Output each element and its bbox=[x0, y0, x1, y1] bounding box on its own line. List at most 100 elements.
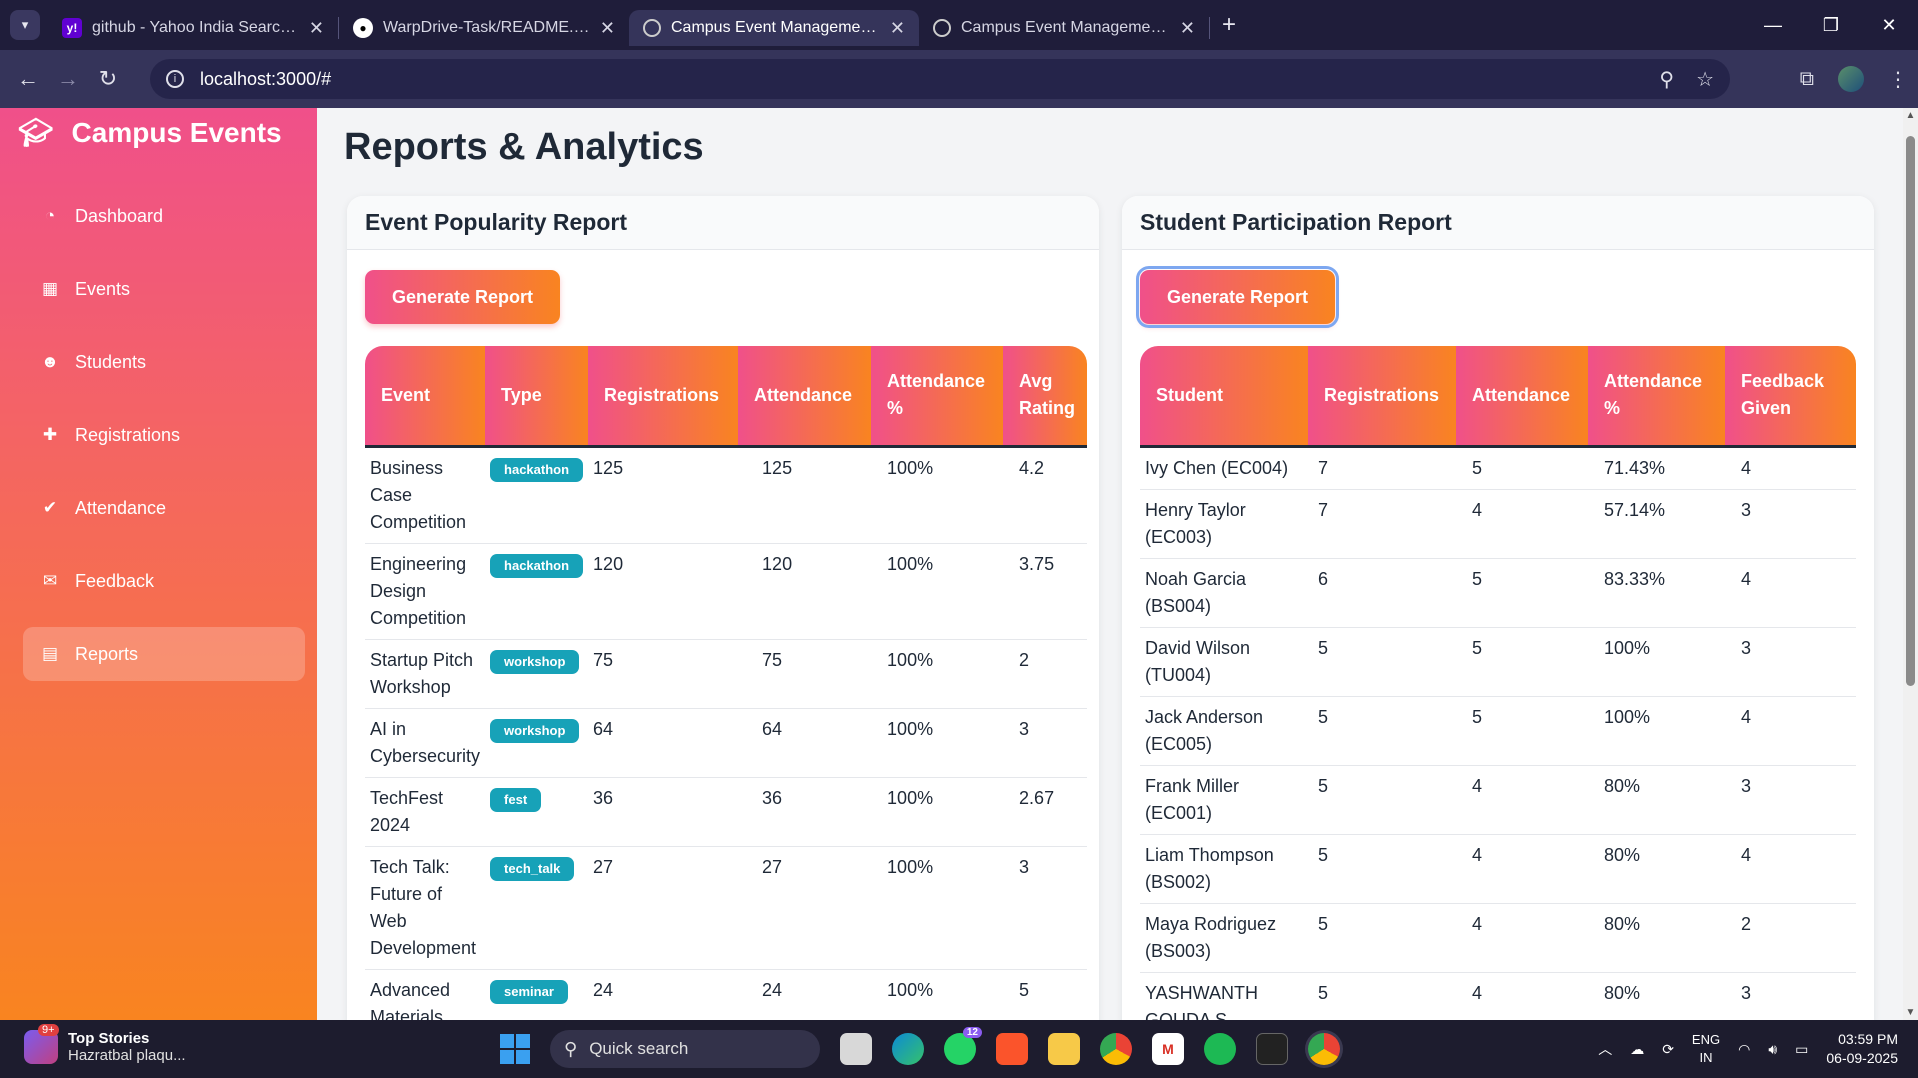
registrations-cell: 125 bbox=[588, 446, 739, 544]
profile-avatar[interactable] bbox=[1838, 66, 1864, 92]
table-row: David Wilson (TU004) 5 5 100% 3 bbox=[1140, 627, 1856, 697]
scroll-down-arrow-icon[interactable]: ▼ bbox=[1903, 1007, 1918, 1018]
column-header[interactable]: Registrations bbox=[588, 346, 739, 448]
column-header[interactable]: Type bbox=[485, 346, 589, 448]
browser-tab[interactable]: y! github - Yahoo India Search Res ✕ bbox=[48, 10, 338, 46]
column-header[interactable]: Event bbox=[365, 346, 486, 448]
table-row: Frank Miller (EC001) 5 4 80% 3 bbox=[1140, 765, 1856, 835]
language-indicator[interactable]: ENG IN bbox=[1692, 1031, 1720, 1067]
column-header[interactable]: Attendance % bbox=[871, 346, 1004, 448]
feedback-given-cell: 3 bbox=[1725, 489, 1856, 559]
column-header[interactable]: Attendance bbox=[1456, 346, 1588, 448]
sidebar-item-attendance[interactable]: ✔ Attendance bbox=[23, 481, 305, 535]
globe-icon bbox=[933, 19, 951, 37]
close-icon[interactable]: ✕ bbox=[890, 18, 905, 39]
column-header[interactable]: Attendance bbox=[738, 346, 872, 448]
close-icon[interactable]: ✕ bbox=[309, 18, 324, 39]
gmail-icon[interactable]: M bbox=[1152, 1033, 1184, 1065]
whatsapp-icon[interactable]: 12 bbox=[944, 1027, 982, 1065]
scroll-up-arrow-icon[interactable]: ▲ bbox=[1903, 110, 1918, 121]
zoom-icon[interactable]: ⚲ bbox=[1659, 67, 1674, 92]
taskbar-search[interactable]: ⚲ Quick search bbox=[550, 1030, 820, 1068]
student-name: Maya Rodriguez (BS003) bbox=[1140, 903, 1308, 973]
windows-start-icon[interactable] bbox=[500, 1034, 530, 1064]
sidebar-item-feedback[interactable]: ✉ Feedback bbox=[23, 554, 305, 608]
check-circle-icon: ✔ bbox=[42, 498, 58, 517]
generate-event-report-button[interactable]: Generate Report bbox=[365, 270, 561, 324]
registrations-cell: 7 bbox=[1308, 446, 1456, 490]
card-title: Event Popularity Report bbox=[347, 196, 1099, 250]
sidebar-item-reports[interactable]: ▤ Reports bbox=[23, 627, 305, 681]
attendance-pct-cell: 100% bbox=[871, 543, 1004, 640]
attendance-cell: 120 bbox=[738, 543, 872, 640]
terminal-app-icon[interactable] bbox=[1256, 1033, 1288, 1065]
forward-arrow-icon[interactable]: → bbox=[48, 66, 88, 92]
edge-browser-icon[interactable] bbox=[892, 1033, 924, 1065]
minimize-icon[interactable]: — bbox=[1744, 15, 1802, 36]
chevron-up-icon[interactable]: ︿ bbox=[1598, 1039, 1612, 1059]
avg-rating-cell: 2 bbox=[1003, 639, 1088, 709]
window-controls: — ❐ ✕ bbox=[1744, 0, 1918, 50]
taskbar-apps: ⚲ Quick search 12 M bbox=[500, 1020, 1340, 1078]
scrollbar-thumb[interactable] bbox=[1906, 136, 1915, 686]
column-header[interactable]: Student bbox=[1140, 346, 1308, 448]
column-header[interactable]: Registrations bbox=[1308, 346, 1456, 448]
sync-icon[interactable]: ⟳ bbox=[1662, 1041, 1674, 1058]
menu-dots-icon[interactable]: ⋮ bbox=[1888, 67, 1908, 92]
restore-icon[interactable]: ❐ bbox=[1802, 15, 1860, 36]
generate-student-report-button[interactable]: Generate Report bbox=[1135, 266, 1340, 328]
close-icon[interactable]: ✕ bbox=[600, 18, 615, 39]
table-row: Jack Anderson (EC005) 5 5 100% 4 bbox=[1140, 696, 1856, 766]
student-name: David Wilson (TU004) bbox=[1140, 627, 1308, 697]
brave-browser-icon[interactable] bbox=[996, 1033, 1028, 1065]
table-row: Maya Rodriguez (BS003) 5 4 80% 2 bbox=[1140, 903, 1856, 973]
wifi-icon[interactable]: ◠ bbox=[1738, 1041, 1750, 1058]
back-arrow-icon[interactable]: ← bbox=[8, 66, 48, 92]
chrome-active-icon[interactable] bbox=[1308, 1033, 1340, 1065]
close-icon[interactable]: ✕ bbox=[1180, 18, 1195, 39]
brand[interactable]: 🎓︎ Campus Events bbox=[18, 116, 282, 149]
graduation-cap-icon: 🎓︎ bbox=[18, 117, 54, 148]
registrations-cell: 5 bbox=[1308, 903, 1456, 973]
type-cell: seminar bbox=[485, 969, 589, 1020]
column-header[interactable]: Avg Rating bbox=[1003, 346, 1088, 448]
avg-rating-cell: 4.2 bbox=[1003, 446, 1088, 544]
spotify-icon[interactable] bbox=[1204, 1033, 1236, 1065]
sidebar-item-students[interactable]: ☻ Students bbox=[23, 335, 305, 389]
sidebar-item-dashboard[interactable]: ◔ Dashboard bbox=[23, 189, 305, 243]
file-explorer-icon[interactable] bbox=[1048, 1033, 1080, 1065]
close-window-icon[interactable]: ✕ bbox=[1860, 15, 1918, 36]
page-scrollbar[interactable]: ▲ ▼ bbox=[1903, 108, 1918, 1020]
news-widget[interactable]: 9+ Top Stories Hazratbal plaqu... bbox=[24, 1024, 186, 1064]
sidebar-item-events[interactable]: ▦ Events bbox=[23, 262, 305, 316]
task-view-icon[interactable] bbox=[840, 1033, 872, 1065]
new-tab-plus-icon[interactable]: + bbox=[1222, 11, 1236, 39]
chrome-icon[interactable] bbox=[1100, 1033, 1132, 1065]
news-widget-icon: 9+ bbox=[24, 1024, 59, 1064]
tab-search-button[interactable]: ▾ bbox=[10, 10, 40, 40]
clock[interactable]: 03:59 PM 06-09-2025 bbox=[1826, 1030, 1898, 1068]
table-row: Noah Garcia (BS004) 6 5 83.33% 4 bbox=[1140, 558, 1856, 628]
browser-tab[interactable]: Campus Event Management - S ✕ bbox=[919, 10, 1209, 46]
url-text[interactable]: localhost:3000/# bbox=[200, 69, 331, 90]
browser-tab[interactable]: ● WarpDrive-Task/README.md at ✕ bbox=[339, 10, 629, 46]
onedrive-icon[interactable]: ☁ bbox=[1630, 1041, 1644, 1058]
reload-icon[interactable]: ↻ bbox=[88, 66, 128, 92]
sidebar-item-registrations[interactable]: ✚ Registrations bbox=[23, 408, 305, 462]
feedback-given-cell: 2 bbox=[1725, 903, 1856, 973]
bookmark-star-icon[interactable]: ☆ bbox=[1696, 67, 1714, 92]
column-header[interactable]: Attendance % bbox=[1588, 346, 1725, 448]
attendance-pct-cell: 100% bbox=[871, 846, 1004, 970]
column-header[interactable]: Feedback Given bbox=[1725, 346, 1856, 448]
avg-rating-cell: 3.75 bbox=[1003, 543, 1088, 640]
address-bar[interactable]: i localhost:3000/# ⚲ ☆ bbox=[150, 59, 1730, 99]
attendance-pct-cell: 100% bbox=[1588, 696, 1725, 766]
volume-icon[interactable]: 🔊︎ bbox=[1768, 1041, 1777, 1058]
extensions-icon[interactable]: ⧉ bbox=[1800, 68, 1814, 91]
browser-tab-bar: ▾ y! github - Yahoo India Search Res ✕ ●… bbox=[0, 0, 1918, 50]
attendance-cell: 4 bbox=[1456, 489, 1588, 559]
battery-icon[interactable]: ▭ bbox=[1795, 1041, 1808, 1058]
feedback-given-cell: 3 bbox=[1725, 972, 1856, 1020]
site-info-icon[interactable]: i bbox=[166, 70, 184, 88]
browser-tab-active[interactable]: Campus Event Management Pla ✕ bbox=[629, 10, 919, 46]
